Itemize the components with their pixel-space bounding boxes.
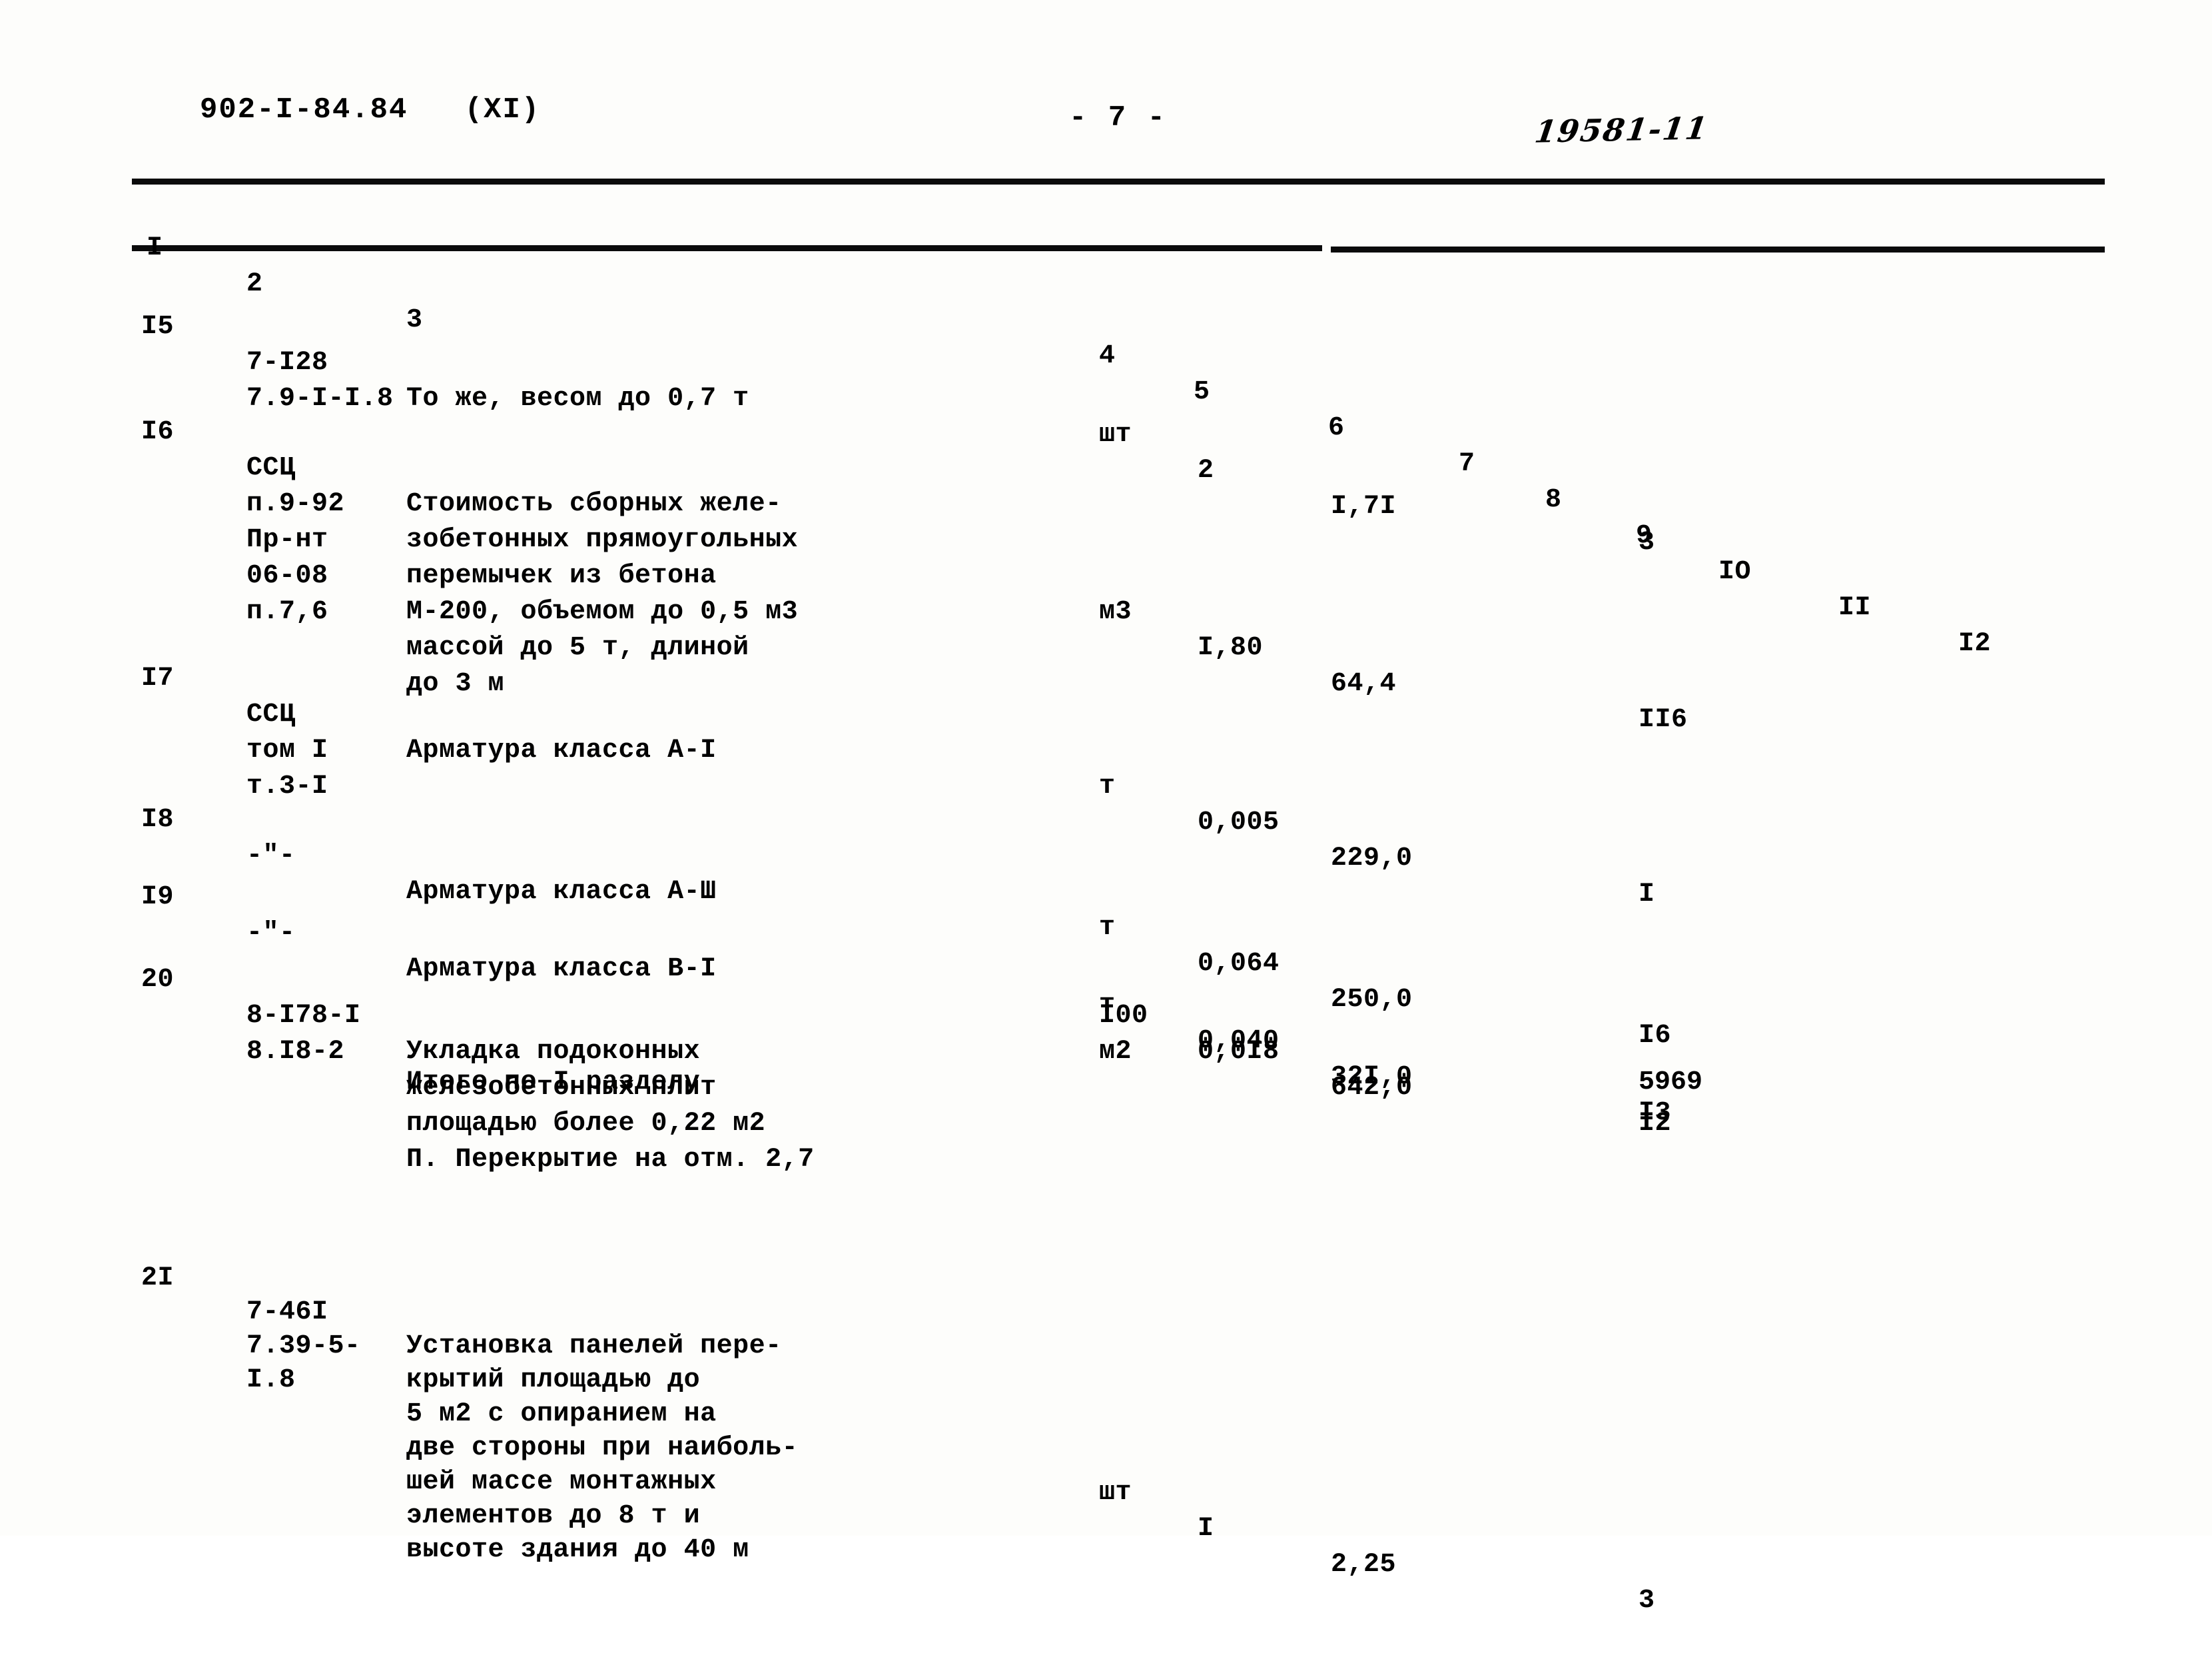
row-quantity: 2 [1198, 456, 1214, 486]
table-top-rule [132, 179, 2105, 185]
column-header-12: I2 [1958, 629, 1992, 659]
row-norm-code: ССЦ том I т.3-I [246, 700, 328, 802]
document-code: 902-I-84.84 (XI) [200, 93, 541, 127]
row-norm-code: -"- [246, 841, 296, 871]
row-total: 3 [1639, 528, 1655, 558]
section-subtotal-value: 5969 [1639, 1067, 1703, 1097]
row-unit-price: 64,4 [1331, 669, 1397, 699]
row-total: II6 [1639, 705, 1688, 735]
row-unit-price: I,7I [1331, 492, 1397, 522]
row-norm-code: ССЦ п.9-92 Пр-нт 06-08 п.7,6 [246, 453, 345, 627]
column-header-4: 4 [1099, 341, 1116, 371]
row-norm-code: -"- [246, 918, 296, 948]
row-total: 3 [1639, 1586, 1655, 1616]
row-description: Установка панелей пере- крытий площадью … [406, 1331, 799, 1565]
row-number: I7 [141, 664, 175, 694]
table-row: I6 ССЦ п.9-92 Пр-нт 06-08 п.7,6 Стоимост… [132, 378, 798, 699]
row-number: I5 [141, 312, 175, 342]
row-quantity: I,80 [1198, 633, 1264, 663]
row-number: I6 [141, 417, 175, 447]
row-total: I2 [1639, 1109, 1672, 1139]
column-header-2: 2 [246, 269, 263, 299]
document-page: 902-I-84.84 (XI) - 7 - 19581-11 I 2 3 4 … [0, 0, 2212, 1616]
table-row-values: 0,0I8 642,0 I2 [132, 998, 1671, 1178]
row-description: Арматура класса А-I [406, 736, 717, 766]
row-unit-price: 2,25 [1331, 1550, 1397, 1580]
row-number: I8 [141, 805, 175, 835]
row-total: I [1639, 879, 1655, 909]
section-heading: П. Перекрытие на отм. 2,7 [406, 1145, 815, 1175]
row-description: Арматура класса А-Ш [406, 877, 717, 907]
row-quantity: 0,0I8 [1198, 1037, 1280, 1067]
row-unit: шт [1099, 1478, 1132, 1508]
row-number: I9 [141, 882, 175, 912]
row-unit-price: 642,0 [1331, 1073, 1413, 1103]
table-header-rule-left [132, 245, 1322, 251]
row-norm-code: 7-46I 7.39-5- I.8 [246, 1297, 361, 1395]
row-unit: I00 м2 [1099, 1001, 1148, 1067]
table-row: 2I 7-46I 7.39-5- I.8 Установка панелей п… [132, 1227, 798, 1565]
row-unit: т [1099, 913, 1116, 943]
column-header-3: 3 [406, 305, 423, 335]
page-number: - 7 - [1069, 101, 1168, 135]
column-header-11: II [1838, 593, 1872, 623]
table-row-values: шт I 2,25 3 [132, 1439, 1655, 1655]
row-number: 2I [141, 1263, 175, 1293]
row-unit: шт [1099, 420, 1132, 450]
column-header-6: 6 [1328, 413, 1345, 443]
row-quantity: 0,005 [1198, 808, 1280, 837]
handwritten-archive-code: 19581-11 [1532, 110, 1711, 150]
row-unit: т [1099, 772, 1116, 802]
row-norm-code: 8-I78-I 8.I8-2 [246, 1001, 361, 1067]
column-header-7: 7 [1459, 449, 1475, 479]
row-unit-price: 250,0 [1331, 985, 1413, 1015]
row-unit-price: 229,0 [1331, 843, 1413, 873]
row-description: Арматура класса В-I [406, 954, 717, 984]
row-quantity: 0,064 [1198, 949, 1280, 979]
column-header-5: 5 [1194, 377, 1210, 407]
column-header-8: 8 [1545, 485, 1562, 515]
column-header-10: IO [1718, 557, 1752, 587]
row-description: То же, весом до 0,7 т [406, 384, 749, 414]
row-total: I6 [1639, 1021, 1672, 1051]
row-unit: м3 [1099, 597, 1132, 627]
row-norm-code: 7-I28 7.9-I-I.8 [246, 348, 394, 414]
table-header-rule-right [1331, 247, 2105, 253]
row-quantity: I [1198, 1514, 1214, 1544]
section-subtotal-label: Итого по I разделу [406, 1067, 701, 1097]
column-header-1: I [147, 233, 163, 263]
row-description: Стоимость сборных желе- зобетонных прямо… [406, 489, 799, 699]
